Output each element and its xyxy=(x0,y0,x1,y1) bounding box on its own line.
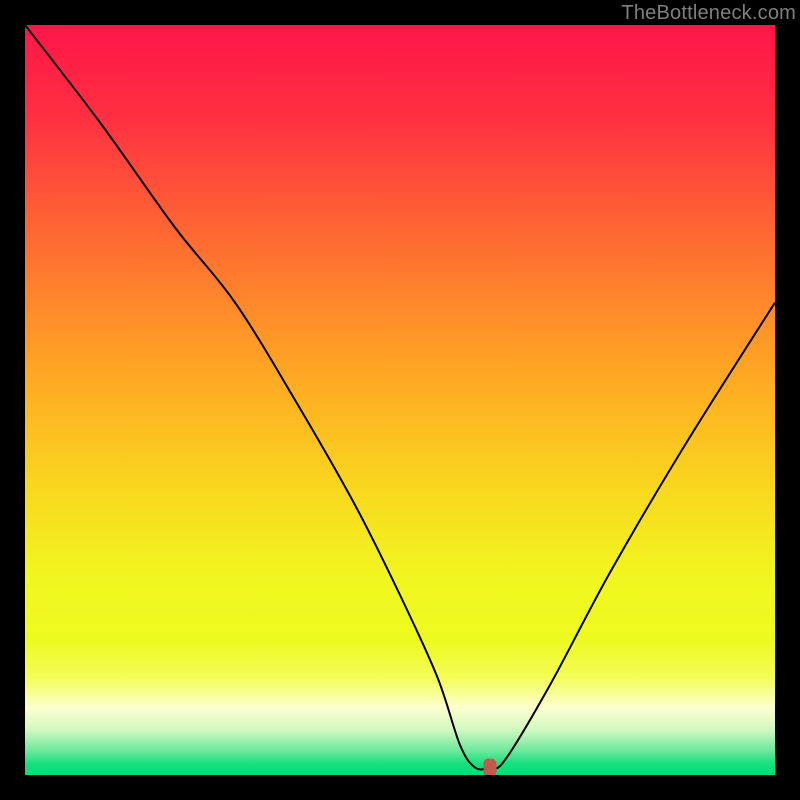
chart-frame: TheBottleneck.com xyxy=(0,0,800,800)
plot-area xyxy=(25,25,775,775)
current-marker xyxy=(484,759,497,776)
watermark-text: TheBottleneck.com xyxy=(621,2,796,25)
chart-svg xyxy=(25,25,775,775)
gradient-rect xyxy=(25,25,775,775)
